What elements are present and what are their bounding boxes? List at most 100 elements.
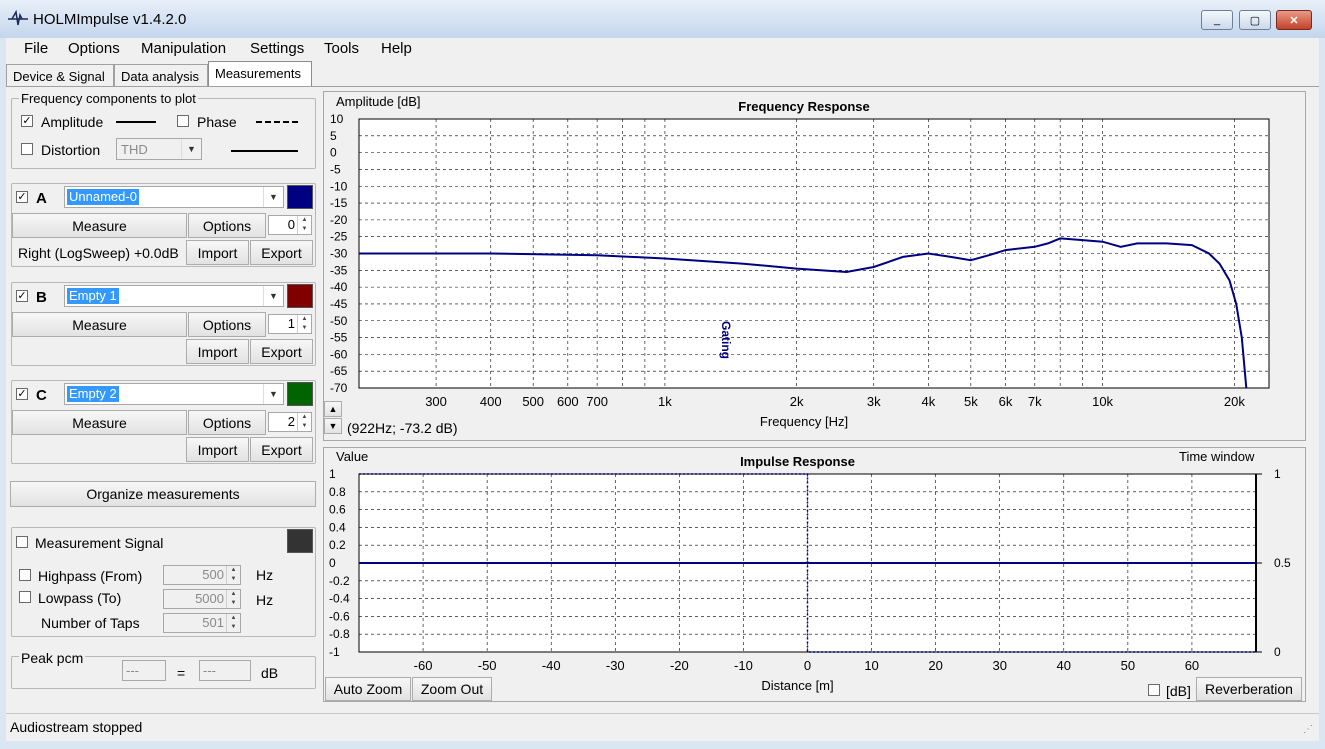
slot-c-checkbox[interactable]: ✓ — [16, 388, 28, 400]
slot-c-index-stepper[interactable]: 2 ▲ ▼ — [268, 412, 312, 432]
slot-a-options-button[interactable]: Options — [188, 213, 266, 238]
amplitude-checkbox[interactable]: ✓ — [21, 115, 33, 127]
taps-stepper[interactable]: 501 ▲ ▼ — [163, 613, 241, 633]
highpass-label: Highpass (From) — [38, 568, 143, 584]
y-tick-label: 10 — [330, 112, 344, 126]
menu-help[interactable]: Help — [381, 40, 412, 57]
x-tick-label: -40 — [542, 658, 561, 673]
menu-tools[interactable]: Tools — [324, 40, 359, 57]
y-axis-label: Value — [336, 449, 368, 464]
auto-zoom-button[interactable]: Auto Zoom — [325, 677, 411, 701]
x-tick-label: 40 — [1057, 658, 1071, 673]
reverberation-button[interactable]: Reverberation — [1196, 677, 1302, 701]
tab-measurements[interactable]: Measurements — [208, 61, 312, 86]
slot-b-import-button[interactable]: Import — [186, 339, 249, 364]
signal-color[interactable] — [287, 529, 313, 553]
x-tick-label: 600 — [557, 394, 579, 409]
slot-c-name-select[interactable]: Empty 2 ▼ — [64, 383, 284, 405]
lowpass-stepper[interactable]: 5000 ▲ ▼ — [163, 589, 241, 609]
frequency-response-chart[interactable]: 10 5 0 -5 -10 -15 -20 -25 -30 -35 -40 -45 -50 -55 -60 -… — [324, 92, 1307, 442]
highpass-stepper[interactable]: 500 ▲ ▼ — [163, 565, 241, 585]
slot-b-index-stepper[interactable]: 1 ▲ ▼ — [268, 314, 312, 334]
y-tick-label: -70 — [330, 381, 348, 395]
x-tick-label: -10 — [734, 658, 753, 673]
minimize-button[interactable]: _ — [1201, 10, 1233, 30]
y-tick-label: -0.2 — [329, 574, 350, 588]
tab-device-signal[interactable]: Device & Signal — [6, 64, 114, 86]
amplitude-label: Amplitude — [41, 114, 104, 130]
signal-label: Measurement Signal — [35, 535, 164, 551]
y-axis-label: Amplitude [dB] — [336, 94, 421, 109]
slot-a-index-stepper[interactable]: 0 ▲ ▼ — [268, 215, 312, 235]
menu-file[interactable]: File — [24, 40, 48, 57]
slot-c-measure-button[interactable]: Measure — [12, 410, 187, 435]
impulse-response-chart[interactable]: -60 -50 -40 -30 -20 -10 0 10 20 30 40 50 6010.80.60.… — [324, 448, 1307, 703]
signal-checkbox[interactable] — [16, 536, 28, 548]
scroll-down-button[interactable]: ▼ — [324, 418, 342, 434]
distortion-checkbox[interactable] — [21, 143, 33, 155]
lowpass-unit: Hz — [256, 592, 274, 608]
y-tick-label: -15 — [330, 196, 348, 210]
y-tick-label: -40 — [330, 280, 348, 294]
x-tick-label: 30 — [992, 658, 1006, 673]
y-tick-label: -1 — [329, 645, 340, 659]
menu-settings[interactable]: Settings — [250, 40, 304, 57]
slot-b-measure-button[interactable]: Measure — [12, 312, 187, 337]
menu-options[interactable]: Options — [68, 40, 120, 57]
x-tick-label: -60 — [414, 658, 433, 673]
spin-arrows-icon[interactable]: ▲ ▼ — [226, 590, 240, 608]
scroll-up-button[interactable]: ▲ — [324, 401, 342, 417]
x-tick-label: 700 — [586, 394, 608, 409]
spin-arrows-icon[interactable]: ▲ ▼ — [297, 216, 311, 234]
db-checkbox[interactable] — [1148, 684, 1160, 696]
spin-arrows-icon[interactable]: ▲ ▼ — [226, 614, 240, 632]
y2-tick-label: 0 — [1274, 645, 1281, 659]
slot-a-color[interactable] — [287, 185, 313, 209]
slot-a-name-select[interactable]: Unnamed-0 ▼ — [64, 186, 284, 208]
spin-arrows-icon[interactable]: ▲ ▼ — [297, 413, 311, 431]
slot-c-color[interactable] — [287, 382, 313, 406]
peak-right-field: --- — [199, 660, 251, 681]
y-tick-label: 5 — [330, 129, 337, 143]
slot-c-import-button[interactable]: Import — [186, 437, 249, 462]
highpass-checkbox[interactable] — [19, 569, 31, 581]
slot-b-name-select[interactable]: Empty 1 ▼ — [64, 285, 284, 307]
x-tick-label: 2k — [790, 394, 804, 409]
y-tick-label: 0.2 — [329, 538, 346, 552]
close-button[interactable]: ✕ — [1276, 10, 1312, 30]
organize-measurements-button[interactable]: Organize measurements — [10, 481, 316, 507]
slot-a-measure-button[interactable]: Measure — [12, 213, 187, 238]
x-tick-label: 3k — [867, 394, 881, 409]
maximize-button[interactable]: ▢ — [1239, 10, 1271, 30]
slot-b-export-button[interactable]: Export — [250, 339, 313, 364]
x-tick-label: 7k — [1028, 394, 1042, 409]
tab-data-analysis[interactable]: Data analysis — [114, 64, 208, 86]
peak-label: Peak pcm — [19, 650, 86, 666]
x-tick-label: -50 — [478, 658, 497, 673]
peak-equals: = — [177, 665, 186, 681]
slot-a-checkbox[interactable]: ✓ — [16, 191, 28, 203]
lowpass-value: 5000 — [195, 591, 224, 606]
zoom-out-button[interactable]: Zoom Out — [412, 677, 492, 701]
menu-manipulation[interactable]: Manipulation — [141, 40, 226, 57]
slot-a-import-button[interactable]: Import — [186, 240, 249, 265]
slot-a-export-button[interactable]: Export — [250, 240, 313, 265]
spin-arrows-icon[interactable]: ▲ ▼ — [297, 315, 311, 333]
resize-grip-icon[interactable]: ⋰ — [1303, 724, 1313, 735]
lowpass-checkbox[interactable] — [19, 591, 31, 603]
slot-b-options-button[interactable]: Options — [188, 312, 266, 337]
phase-checkbox[interactable] — [177, 115, 189, 127]
slot-b-checkbox[interactable]: ✓ — [16, 290, 28, 302]
status-bar: Audiostream stopped ⋰ — [6, 713, 1319, 741]
phase-line-style — [256, 121, 298, 123]
distortion-select[interactable]: THD ▼ — [116, 138, 202, 160]
y-tick-label: -45 — [330, 297, 348, 311]
slot-c-options-button[interactable]: Options — [188, 410, 266, 435]
slot-a-name: Unnamed-0 — [67, 189, 139, 205]
slot-a-info: Right (LogSweep) +0.0dB — [18, 245, 179, 261]
slot-b-color[interactable] — [287, 284, 313, 308]
peak-left-field: --- — [122, 660, 166, 681]
slot-c-export-button[interactable]: Export — [250, 437, 313, 462]
spin-arrows-icon[interactable]: ▲ ▼ — [226, 566, 240, 584]
slot-b-name: Empty 1 — [67, 288, 119, 304]
